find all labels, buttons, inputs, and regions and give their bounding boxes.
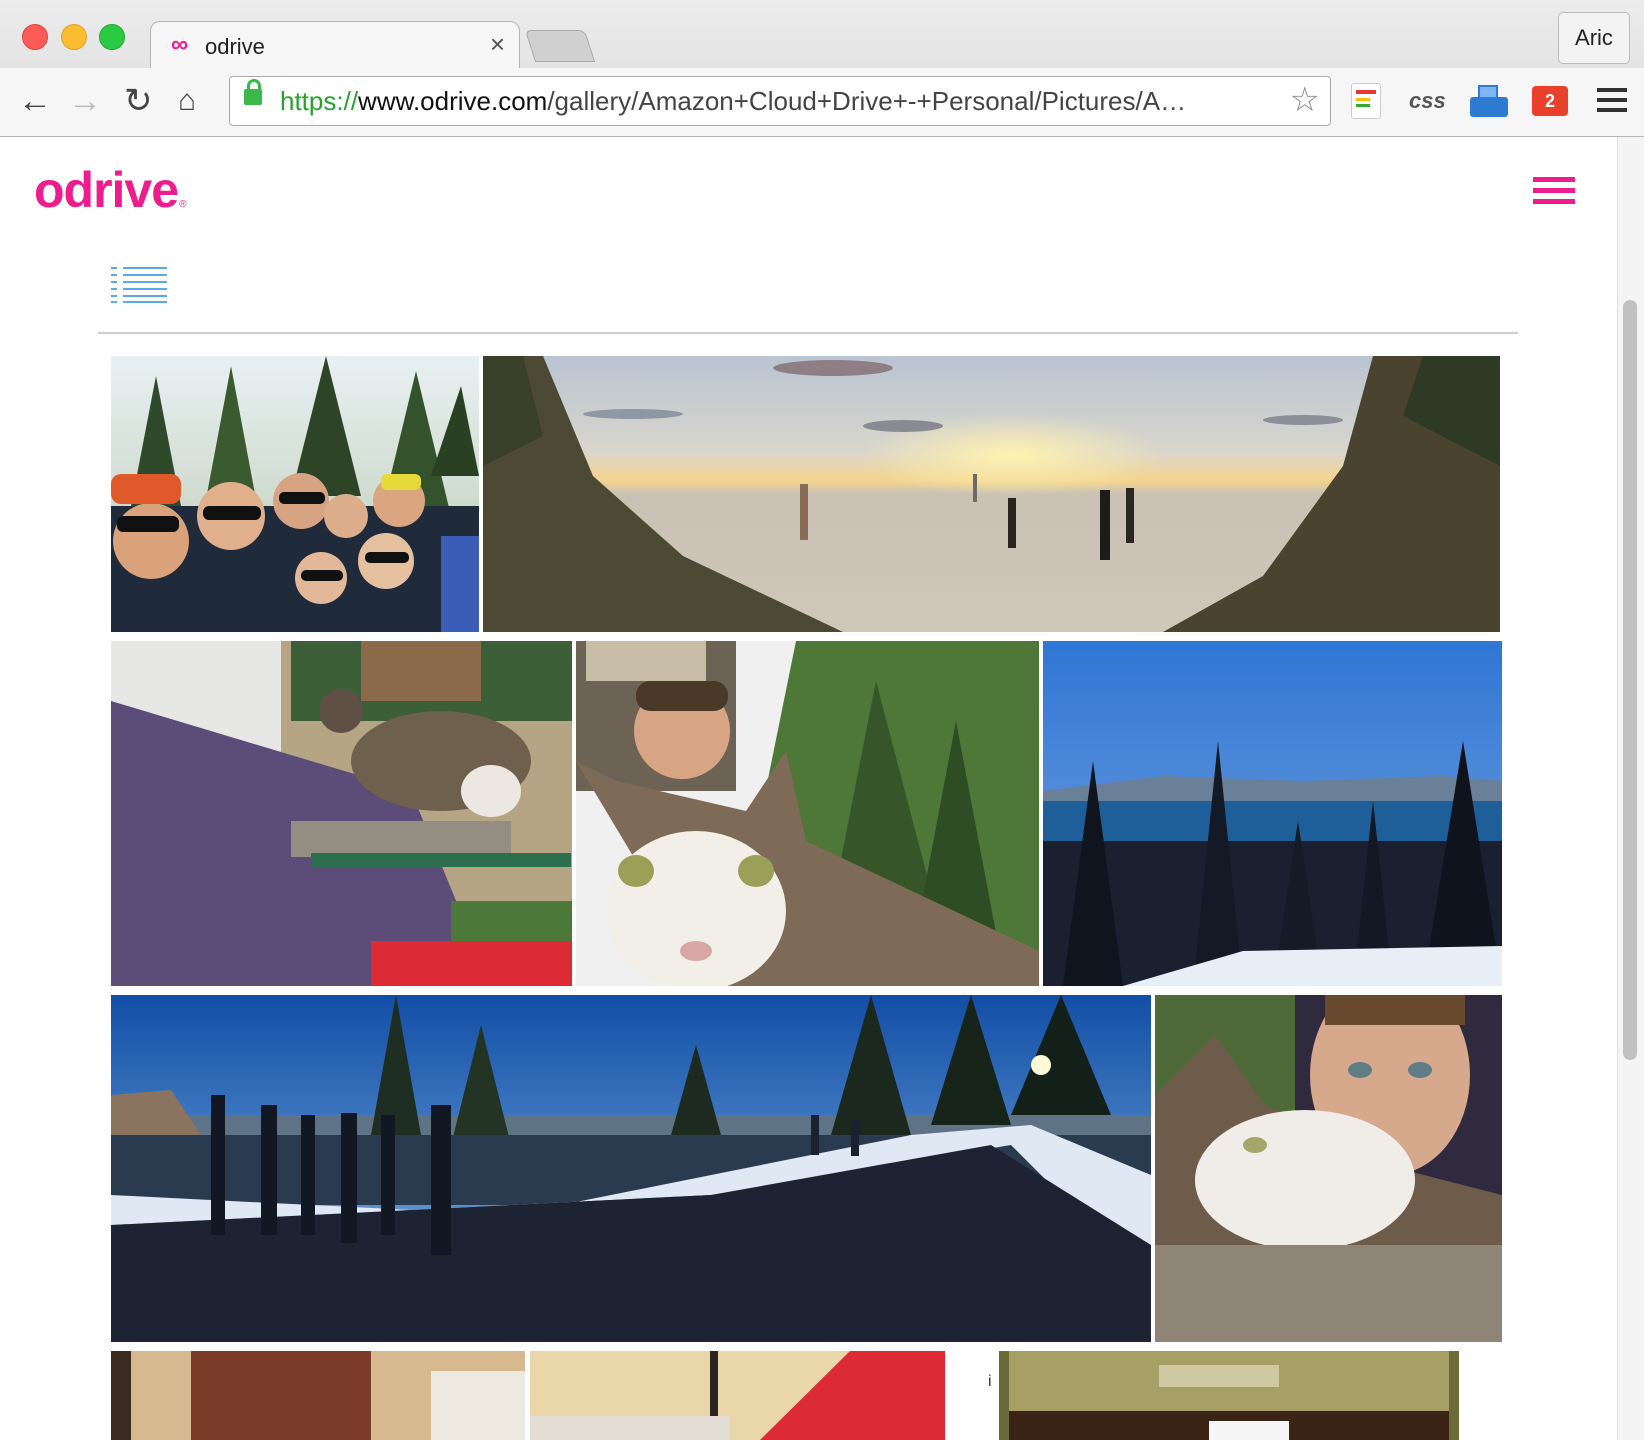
extension-drive-icon[interactable] bbox=[1470, 83, 1508, 119]
photo-group-selfie-forest[interactable] bbox=[111, 356, 479, 632]
toolbar-divider bbox=[98, 332, 1518, 334]
photo-lake-tahoe-view[interactable] bbox=[1043, 641, 1502, 986]
stray-character: i bbox=[988, 1373, 992, 1390]
new-tab-button[interactable] bbox=[524, 30, 596, 62]
extension-css-icon[interactable]: css bbox=[1409, 88, 1446, 124]
bookmark-star-icon[interactable]: ☆ bbox=[1290, 81, 1320, 119]
lock-icon bbox=[244, 79, 262, 105]
logo-text: odrive bbox=[34, 162, 179, 218]
photo-lamp-red-shirt[interactable] bbox=[530, 1351, 945, 1440]
minimize-window-button[interactable] bbox=[61, 24, 87, 50]
close-window-button[interactable] bbox=[22, 24, 48, 50]
reload-icon[interactable]: ↻ bbox=[124, 84, 153, 118]
forward-arrow-icon[interactable]: → bbox=[68, 84, 102, 118]
list-view-icon[interactable] bbox=[111, 267, 167, 303]
zoom-window-button[interactable] bbox=[99, 24, 125, 50]
extension-notes-icon[interactable] bbox=[1351, 83, 1381, 119]
chrome-menu-icon[interactable] bbox=[1597, 88, 1627, 118]
url-host: www.odrive.com bbox=[358, 86, 548, 116]
photo-beach-sunset-panorama[interactable] bbox=[483, 356, 1500, 632]
url-path: /gallery/Amazon+Cloud+Drive+-+Personal/P… bbox=[547, 86, 1187, 116]
browser-toolbar: ← → ↻ ⌂ https://www.odrive.com/gallery/A… bbox=[0, 68, 1644, 136]
tab-title: odrive bbox=[205, 34, 265, 59]
extension-badge-icon[interactable]: 2 bbox=[1532, 86, 1568, 116]
odrive-logo[interactable]: odrive® bbox=[34, 161, 187, 219]
photo-petting-cat-on-bench[interactable] bbox=[111, 641, 572, 986]
photo-fireplace-room[interactable] bbox=[111, 1351, 525, 1440]
url-text[interactable]: https://www.odrive.com/gallery/Amazon+Cl… bbox=[280, 86, 1186, 117]
site-menu-icon[interactable] bbox=[1533, 177, 1575, 210]
profile-button[interactable]: Aric bbox=[1558, 12, 1630, 64]
odrive-favicon-icon: ∞ bbox=[171, 31, 189, 58]
address-bar[interactable]: https://www.odrive.com/gallery/Amazon+Cl… bbox=[229, 76, 1331, 126]
tab-close-icon[interactable]: × bbox=[490, 31, 505, 57]
home-icon[interactable]: ⌂ bbox=[178, 84, 196, 118]
logo-registered-mark: ® bbox=[179, 199, 186, 210]
browser-tab[interactable]: ∞ odrive × bbox=[150, 21, 520, 69]
photo-man-with-cat-closeup[interactable] bbox=[1155, 995, 1502, 1342]
photo-man-cat-selfie-trees[interactable] bbox=[576, 641, 1039, 986]
photo-group-road-panorama[interactable] bbox=[111, 995, 1151, 1342]
photo-framed-sign[interactable] bbox=[999, 1351, 1459, 1440]
scrollbar-thumb[interactable] bbox=[1623, 300, 1637, 1060]
url-scheme: https:// bbox=[280, 86, 359, 116]
page-content: odrive® i bbox=[0, 137, 1617, 1440]
back-arrow-icon[interactable]: ← bbox=[18, 84, 52, 118]
